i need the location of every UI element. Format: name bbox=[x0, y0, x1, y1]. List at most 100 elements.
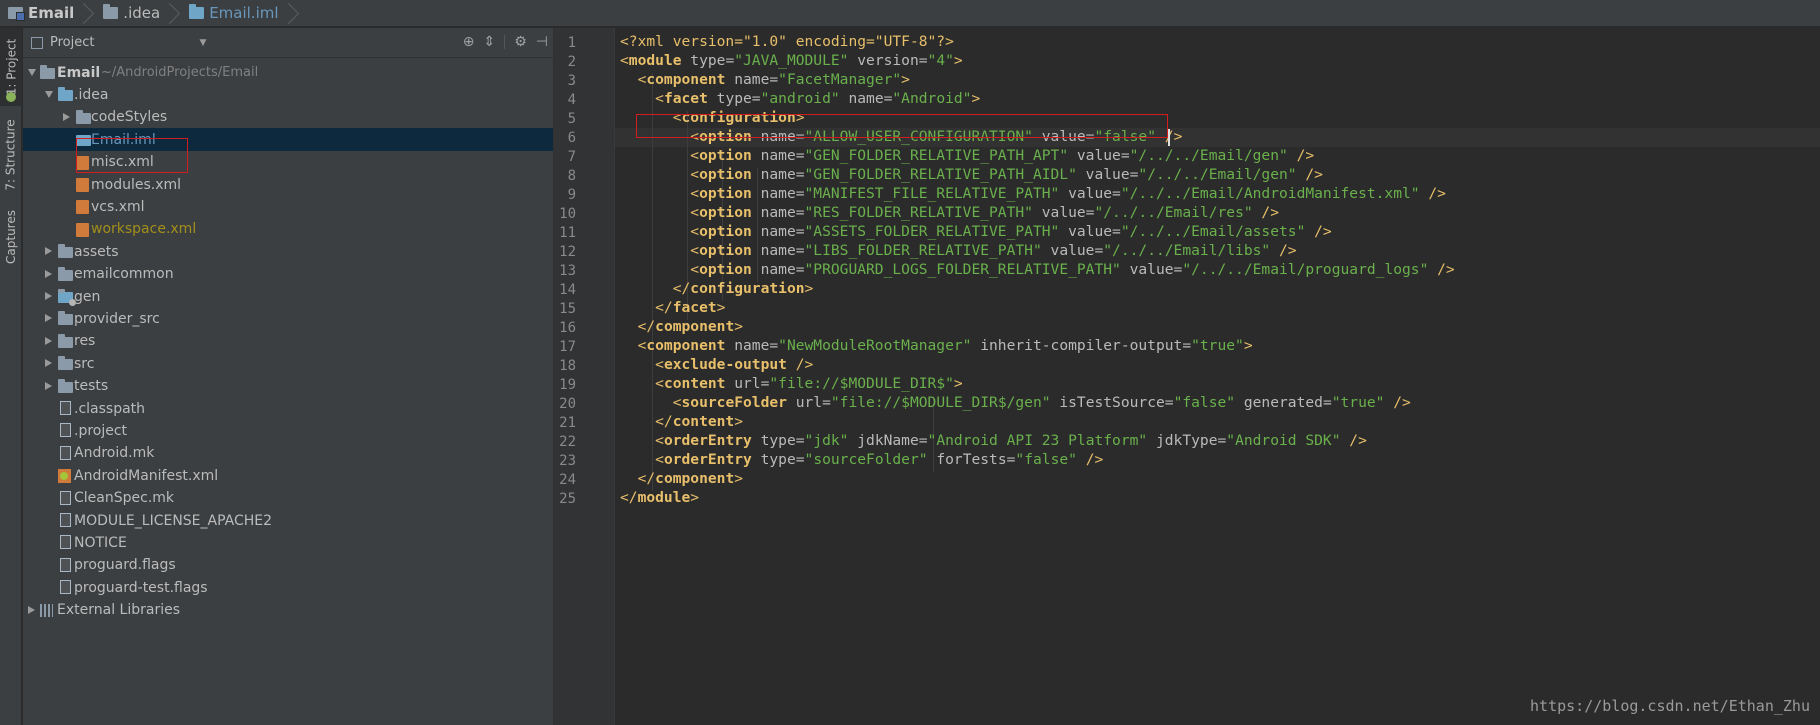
tree-item[interactable]: modules.xml bbox=[23, 173, 553, 196]
tree-item[interactable]: External Libraries bbox=[23, 599, 553, 622]
code-token: < bbox=[620, 166, 700, 183]
tree-item[interactable]: CleanSpec.mk bbox=[23, 487, 553, 510]
folder-icon bbox=[58, 356, 73, 371]
tree-item-label: .project bbox=[74, 422, 128, 439]
code-token: < bbox=[620, 52, 629, 69]
code-token: url= bbox=[725, 375, 770, 392]
toolbar-separator bbox=[504, 35, 506, 49]
chevron-right-icon[interactable] bbox=[45, 292, 52, 300]
code-token: < bbox=[620, 90, 664, 107]
code-token: "JAVA_MODULE" bbox=[734, 52, 849, 69]
chevron-right-icon[interactable] bbox=[45, 381, 52, 390]
tree-item-label: .classpath bbox=[74, 400, 146, 417]
tab-project[interactable]: 1: Project bbox=[0, 28, 22, 106]
tree-item[interactable]: .classpath bbox=[23, 397, 553, 420]
code-token: value= bbox=[1076, 166, 1139, 183]
code-token: name= bbox=[725, 337, 779, 354]
code-token: < bbox=[620, 451, 664, 468]
scroll-from-source-icon[interactable]: ⊕ bbox=[463, 34, 475, 50]
tree-item[interactable]: proguard-test.flags bbox=[23, 576, 553, 599]
code-editor[interactable]: 1 2 3 4 5 6 7 8 9 10 11 12 13 14 15 16 17 18 19 20 21 22 23 24 2… bbox=[553, 28, 1820, 725]
chevron-right-icon[interactable] bbox=[63, 112, 70, 121]
code-token: configuration bbox=[690, 280, 805, 297]
tree-item[interactable]: .project bbox=[23, 419, 553, 442]
code-token: component bbox=[655, 318, 735, 335]
tree-item-label: tests bbox=[74, 378, 109, 395]
tree-item[interactable]: AndroidManifest.xml bbox=[23, 464, 553, 487]
collapse-all-icon[interactable]: ⇕ bbox=[484, 34, 496, 50]
gear-icon[interactable]: ⚙ bbox=[514, 34, 527, 50]
tree-item[interactable]: src bbox=[23, 352, 553, 375]
line-number: 20 bbox=[559, 396, 576, 412]
chevron-right-icon[interactable] bbox=[45, 269, 52, 278]
code-token: > bbox=[901, 71, 910, 88]
tree-item[interactable]: Android.mk bbox=[23, 442, 553, 465]
tree-item-label: NOTICE bbox=[74, 534, 127, 551]
line-number: 22 bbox=[559, 434, 576, 450]
tree-item-label: proguard-test.flags bbox=[74, 579, 208, 596]
code-line: </component> bbox=[620, 470, 743, 487]
project-view-selector[interactable]: Project ▼ bbox=[31, 35, 206, 50]
chevron-down-icon[interactable] bbox=[45, 91, 53, 99]
code-line: <orderEntry type="jdk" jdkName="Android … bbox=[620, 432, 1367, 449]
code-token: jdkType= bbox=[1147, 432, 1227, 449]
tool-window-strip: 1: Project 7: Structure Captures bbox=[0, 28, 22, 725]
breadcrumb-email[interactable]: Email bbox=[0, 0, 95, 27]
chevron-right-icon[interactable] bbox=[45, 336, 52, 345]
code-line: <module type="JAVA_MODULE" version="4"> bbox=[620, 52, 963, 69]
code-token: forTests= bbox=[927, 451, 1016, 468]
tree-item[interactable]: gen bbox=[23, 285, 553, 308]
file-icon bbox=[60, 535, 71, 550]
code-line: </component> bbox=[620, 318, 743, 335]
chevron-down-icon[interactable] bbox=[28, 69, 36, 76]
tree-item[interactable]: Email ~/AndroidProjects/Email bbox=[23, 61, 553, 84]
file-icon bbox=[60, 557, 71, 572]
line-number: 18 bbox=[559, 358, 576, 374]
watermark: https://blog.csdn.net/Ethan_Zhu bbox=[1530, 697, 1810, 715]
tree-item[interactable]: res bbox=[23, 330, 553, 353]
tab-structure[interactable]: 7: Structure bbox=[0, 112, 22, 198]
breadcrumb-email-iml[interactable]: Email.iml bbox=[181, 0, 299, 27]
line-number: 21 bbox=[559, 415, 576, 431]
tree-item-label: workspace.xml bbox=[91, 221, 197, 238]
chevron-right-icon[interactable] bbox=[45, 314, 52, 323]
tree-item[interactable]: tests bbox=[23, 375, 553, 398]
code-token: "NewModuleRootManager" bbox=[778, 337, 972, 354]
code-token: "Android API 23 Platform" bbox=[927, 432, 1148, 449]
tree-item[interactable]: MODULE_LICENSE_APACHE2 bbox=[23, 509, 553, 532]
line-number: 3 bbox=[567, 73, 576, 89]
chevron-right-icon[interactable] bbox=[28, 605, 35, 614]
folder-icon bbox=[58, 378, 73, 393]
code-token: < bbox=[620, 337, 647, 354]
tree-item-label: gen bbox=[74, 288, 101, 305]
tree-item[interactable]: codeStyles bbox=[23, 106, 553, 129]
file-icon bbox=[60, 401, 71, 415]
tree-item[interactable]: NOTICE bbox=[23, 531, 553, 554]
code-token: value= bbox=[1120, 261, 1183, 278]
tab-project-label: 1: Project bbox=[4, 38, 18, 96]
project-view-icon bbox=[31, 36, 43, 49]
code-line: <content url="file://$MODULE_DIR$"> bbox=[620, 375, 963, 392]
tree-item[interactable]: workspace.xml bbox=[23, 218, 553, 241]
tree-item-label: emailcommon bbox=[74, 266, 174, 283]
file-icon bbox=[60, 580, 71, 595]
tree-item[interactable]: proguard.flags bbox=[23, 554, 553, 577]
tree-item[interactable]: vcs.xml bbox=[23, 195, 553, 218]
code-token: > bbox=[690, 489, 700, 506]
tree-item[interactable]: .idea bbox=[23, 83, 553, 106]
code-token: value= bbox=[1032, 204, 1095, 221]
tree-item[interactable]: provider_src bbox=[23, 307, 553, 330]
gen-icon bbox=[58, 289, 76, 306]
breadcrumb-idea[interactable]: .idea bbox=[95, 0, 181, 27]
hide-panel-icon[interactable]: ⊣ bbox=[536, 34, 548, 50]
code-token: /> bbox=[1305, 223, 1332, 240]
line-number: 19 bbox=[559, 377, 576, 393]
tree-item[interactable]: assets bbox=[23, 240, 553, 263]
chevron-right-icon[interactable] bbox=[45, 247, 52, 256]
tab-captures[interactable]: Captures bbox=[0, 204, 22, 270]
line-number: 23 bbox=[559, 453, 576, 469]
code-token: "android" bbox=[760, 90, 840, 107]
chevron-right-icon[interactable] bbox=[45, 359, 52, 368]
code-token: </ bbox=[620, 413, 673, 430]
tree-item[interactable]: emailcommon bbox=[23, 263, 553, 286]
